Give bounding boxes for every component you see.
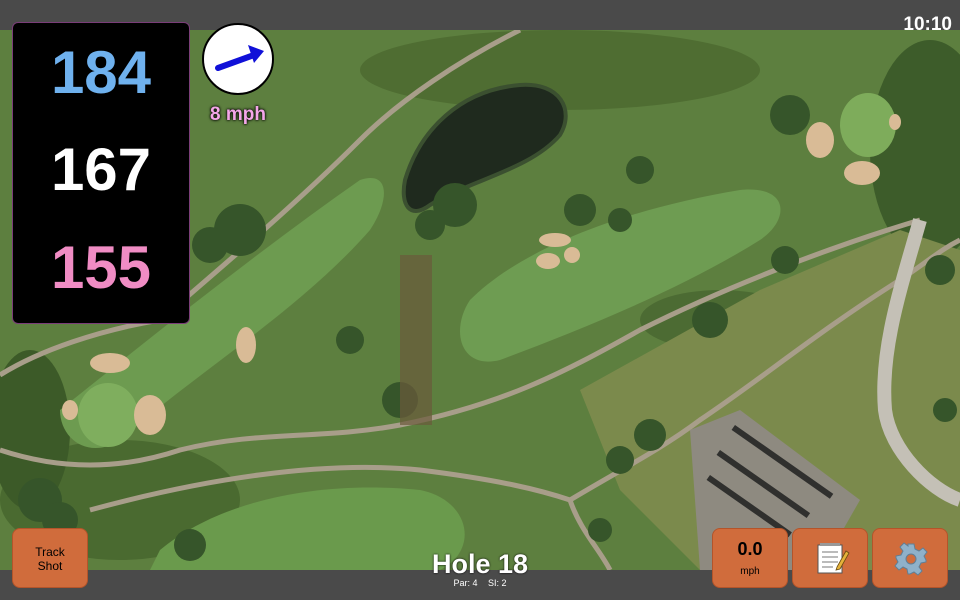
- notepad-icon: [817, 543, 850, 574]
- wind-speed-label: 8 mph: [210, 104, 266, 125]
- par-label: Par: 4: [453, 578, 478, 588]
- distance-panel: 184 167 155: [12, 22, 190, 324]
- hole-title: Hole 18: [431, 549, 529, 579]
- hole-info: Par: 4 SI: 2: [380, 577, 580, 589]
- wind-direction-indicator: [202, 23, 274, 95]
- wind-speed-button[interactable]: 0.0 mph: [712, 528, 788, 588]
- gear-icon: [894, 542, 928, 576]
- track-shot-button[interactable]: Track Shot: [12, 528, 88, 588]
- middle-distance: 167: [50, 136, 152, 203]
- wind-unit: mph: [740, 566, 760, 577]
- settings-button[interactable]: [872, 528, 948, 588]
- notes-button[interactable]: [792, 528, 868, 588]
- stroke-index-label: SI: 2: [488, 578, 507, 588]
- track-shot-label: Track Shot: [35, 545, 65, 573]
- back-distance: 184: [50, 39, 152, 106]
- wind-value: 0.0: [737, 539, 763, 559]
- arrow-right-icon: [215, 45, 264, 71]
- front-distance: 155: [50, 234, 152, 301]
